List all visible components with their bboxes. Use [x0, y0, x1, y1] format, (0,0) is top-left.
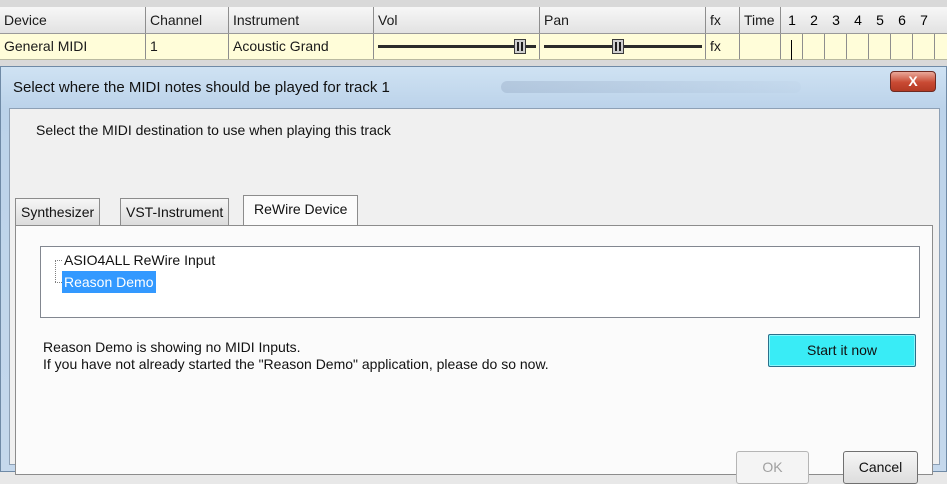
- header-channel[interactable]: Channel: [146, 7, 229, 33]
- header-device[interactable]: Device: [0, 7, 146, 33]
- track-grid: Device Channel Instrument Vol Pan fx Tim…: [0, 0, 947, 66]
- header-fx[interactable]: fx: [706, 7, 740, 33]
- status-message-2: If you have not already started the "Rea…: [43, 356, 549, 372]
- status-message-1: Reason Demo is showing no MIDI Inputs.: [43, 339, 301, 355]
- tab-rewire-device[interactable]: ReWire Device: [243, 195, 359, 225]
- vol-slider-thumb[interactable]: [514, 39, 526, 54]
- ok-button[interactable]: OK: [736, 451, 809, 484]
- track-time-cell: [740, 34, 781, 59]
- instruction-text: Select the MIDI destination to use when …: [36, 122, 391, 138]
- measure-cell[interactable]: [913, 34, 935, 59]
- measure-cell[interactable]: [781, 34, 803, 59]
- tab-synthesizer[interactable]: Synthesizer: [15, 198, 101, 225]
- vol-slider-track: [378, 45, 536, 48]
- close-icon: X: [908, 73, 918, 89]
- midi-destination-dialog: Select where the MIDI notes should be pl…: [0, 66, 947, 484]
- measure-7: 7: [920, 12, 928, 28]
- measure-cell[interactable]: [825, 34, 847, 59]
- measure-6: 6: [898, 12, 906, 28]
- measure-2: 2: [810, 12, 818, 28]
- tree-item-reason-demo[interactable]: Reason Demo: [62, 271, 156, 293]
- tree-item-asio4all[interactable]: ASIO4ALL ReWire Input: [62, 249, 217, 271]
- header-pan[interactable]: Pan: [540, 7, 706, 33]
- vol-slider[interactable]: [374, 34, 540, 59]
- measure-5: 5: [876, 12, 884, 28]
- background-blur: [501, 81, 801, 93]
- start-it-now-button[interactable]: Start it now: [768, 334, 916, 367]
- dialog-client-area: Select the MIDI destination to use when …: [9, 108, 940, 484]
- pan-slider[interactable]: [540, 34, 706, 59]
- rewire-device-tree[interactable]: ASIO4ALL ReWire Input Reason Demo: [40, 246, 920, 318]
- header-instrument[interactable]: Instrument: [229, 7, 374, 33]
- dialog-title: Select where the MIDI notes should be pl…: [13, 79, 390, 96]
- track-device[interactable]: General MIDI: [0, 34, 146, 59]
- measure-cell[interactable]: [869, 34, 891, 59]
- measure-cell[interactable]: [891, 34, 913, 59]
- cancel-button[interactable]: Cancel: [843, 451, 918, 484]
- tree-connector: [55, 260, 56, 282]
- track-row[interactable]: General MIDI 1 Acoustic Grand fx: [0, 34, 947, 60]
- tree-connector: [55, 282, 62, 283]
- tree-connector: [55, 260, 62, 261]
- track-channel[interactable]: 1: [146, 34, 229, 59]
- playback-cursor: [791, 40, 792, 60]
- track-instrument[interactable]: Acoustic Grand: [229, 34, 374, 59]
- measure-cell[interactable]: [803, 34, 825, 59]
- measure-3: 3: [832, 12, 840, 28]
- close-button[interactable]: X: [890, 71, 936, 92]
- tab-vst-instrument[interactable]: VST-Instrument: [120, 198, 230, 225]
- measure-1: 1: [788, 12, 796, 28]
- track-grid-header: Device Channel Instrument Vol Pan fx Tim…: [0, 7, 947, 34]
- track-fx-button[interactable]: fx: [706, 34, 740, 59]
- measure-cell[interactable]: [847, 34, 869, 59]
- header-vol[interactable]: Vol: [374, 7, 540, 33]
- header-time[interactable]: Time: [740, 7, 781, 33]
- pan-slider-thumb[interactable]: [612, 39, 624, 54]
- measure-4: 4: [854, 12, 862, 28]
